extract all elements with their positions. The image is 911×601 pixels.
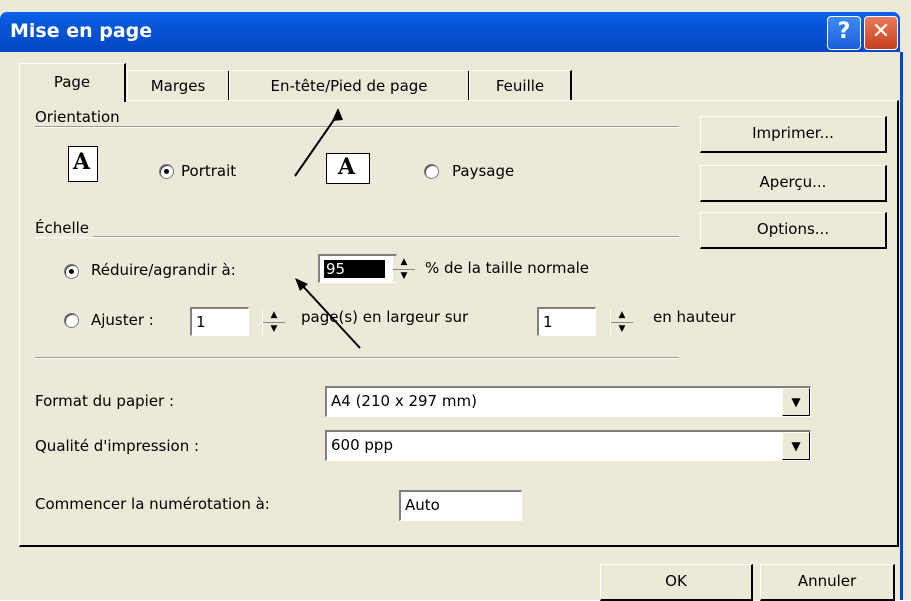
annotation-arrows [294, 108, 361, 349]
arrow-to-header-tab [294, 113, 339, 177]
arrowhead-icon [332, 108, 343, 121]
tab-page[interactable]: Page [19, 63, 126, 102]
tab-page-label: Page [53, 73, 91, 91]
page-setup-dialog: Mise en page ? ✕ Page Marges En-tête/Pie… [0, 0, 911, 601]
arrow-to-reduce-field [299, 282, 361, 349]
